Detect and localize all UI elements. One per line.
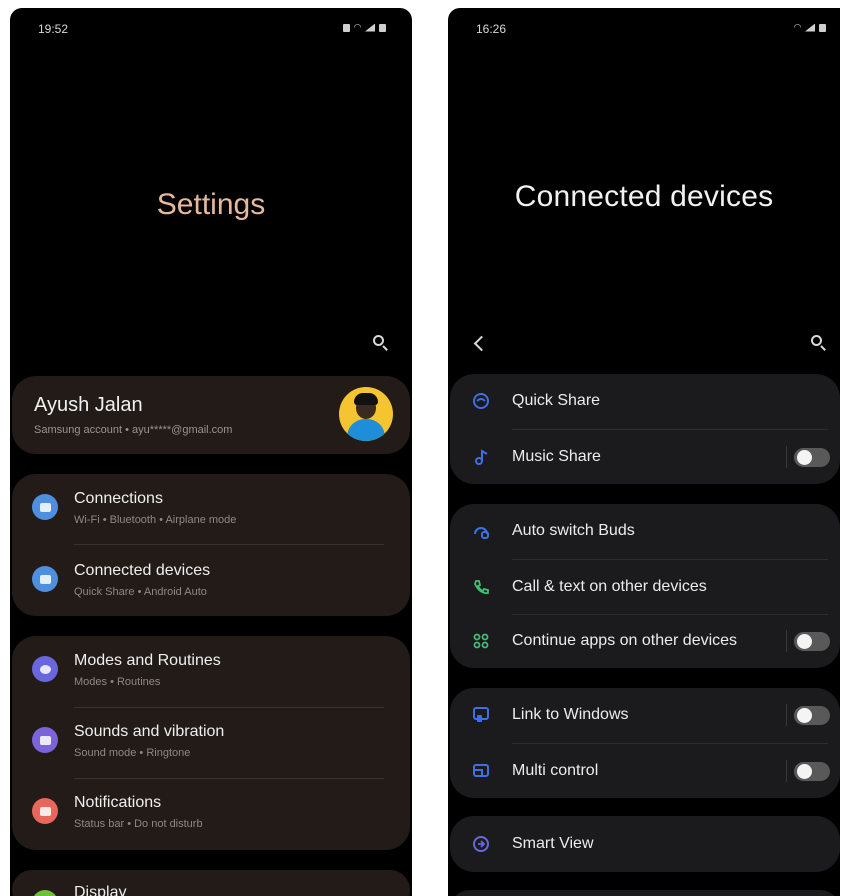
search-icon	[811, 335, 822, 346]
settings-group-display: Display	[12, 870, 410, 896]
battery-icon	[379, 23, 386, 32]
avatar[interactable]	[339, 387, 393, 441]
call-text-icon	[474, 580, 489, 594]
list-item-auto-switch-buds[interactable]: Auto switch Buds	[450, 504, 840, 558]
status-time: 16:26	[476, 22, 507, 36]
music-share-icon	[475, 449, 488, 465]
devices-group-continuity: Auto switch Buds Call & text on other de…	[450, 504, 840, 668]
quick-share-icon	[473, 393, 489, 409]
account-name: Ayush Jalan	[34, 394, 143, 416]
account-subtitle: Samsung account • ayu*****@gmail.com	[34, 424, 233, 436]
list-item-title: Smart View	[512, 835, 594, 852]
settings-item-subtitle: Wi-Fi • Bluetooth • Airplane mode	[74, 514, 237, 526]
list-item-title: Auto switch Buds	[512, 522, 635, 539]
settings-item-subtitle: Status bar • Do not disturb	[74, 818, 203, 830]
devices-group-smart-view: Smart View	[450, 816, 840, 872]
list-item-title: Music Share	[512, 448, 601, 465]
multi-control-toggle[interactable]	[794, 762, 830, 781]
search-button[interactable]	[808, 332, 830, 354]
search-icon	[373, 335, 384, 346]
status-bar: 16:26 ◠	[448, 22, 840, 38]
wifi-status-icon: ◠	[793, 22, 802, 32]
music-share-toggle[interactable]	[794, 448, 830, 467]
settings-item-subtitle: Modes • Routines	[74, 676, 161, 688]
link-windows-toggle[interactable]	[794, 706, 830, 725]
page-title: Settings	[156, 188, 266, 221]
settings-screen: 19:52 ◠ Settings Ayush Jalan Samsung acc…	[10, 8, 412, 896]
wifi-status-icon: ◠	[353, 22, 362, 32]
back-button[interactable]	[470, 334, 488, 354]
list-item-title: Call & text on other devices	[512, 578, 707, 595]
status-icons: ◠	[794, 22, 826, 33]
devices-icon	[32, 566, 58, 592]
status-time: 19:52	[38, 22, 69, 36]
settings-item-title: Display	[74, 884, 127, 896]
list-item-call-text[interactable]: Call & text on other devices	[450, 560, 840, 614]
continue-apps-icon	[473, 633, 489, 649]
settings-item-title: Connections	[74, 490, 163, 507]
multi-control-icon	[473, 764, 489, 777]
volume-icon	[32, 727, 58, 753]
smart-view-icon	[473, 836, 489, 852]
link-windows-icon	[473, 707, 489, 722]
separator	[786, 704, 787, 726]
settings-item-title: Notifications	[74, 794, 162, 811]
devices-group-windows: Link to Windows Multi control	[450, 688, 840, 798]
list-item-title: Multi control	[512, 762, 599, 779]
continue-apps-toggle[interactable]	[794, 632, 830, 651]
settings-item-connections[interactable]: Connections Wi-Fi • Bluetooth • Airplane…	[12, 474, 410, 544]
settings-item-connected-devices[interactable]: Connected devices Quick Share • Android …	[12, 545, 410, 615]
settings-item-title: Sounds and vibration	[74, 723, 225, 740]
status-icons: ◠	[342, 22, 386, 33]
settings-item-display[interactable]: Display	[12, 870, 410, 896]
devices-group-more	[450, 890, 840, 896]
list-item-title: Continue apps on other devices	[512, 632, 738, 649]
list-item-smart-view[interactable]: Smart View	[450, 817, 840, 871]
search-button[interactable]	[370, 332, 392, 354]
settings-item-title: Connected devices	[74, 562, 211, 579]
separator	[786, 760, 787, 782]
separator	[786, 446, 787, 468]
buds-icon	[474, 527, 489, 539]
connected-devices-screen: 16:26 ◠ Connected devices Quick Share Mu…	[448, 8, 840, 896]
settings-group-connections: Connections Wi-Fi • Bluetooth • Airplane…	[12, 474, 410, 616]
devices-group-share: Quick Share Music Share	[450, 374, 840, 484]
settings-item-sounds[interactable]: Sounds and vibration Sound mode • Ringto…	[12, 708, 410, 778]
settings-item-notifications[interactable]: Notifications Status bar • Do not distur…	[12, 779, 410, 849]
list-item-multi-control[interactable]: Multi control	[450, 744, 840, 798]
notifications-icon	[32, 798, 58, 824]
settings-group-modes: Modes and Routines Modes • Routines Soun…	[12, 636, 410, 850]
list-item-continue-apps[interactable]: Continue apps on other devices	[450, 614, 840, 668]
list-item-link-to-windows[interactable]: Link to Windows	[450, 688, 840, 742]
notification-icon	[342, 23, 350, 32]
list-item-quick-share[interactable]: Quick Share	[450, 374, 840, 428]
battery-icon	[819, 23, 826, 32]
status-bar: 19:52 ◠	[10, 22, 412, 38]
wifi-icon	[32, 494, 58, 520]
list-item-music-share[interactable]: Music Share	[450, 430, 840, 484]
account-card[interactable]: Ayush Jalan Samsung account • ayu*****@g…	[12, 376, 410, 454]
display-icon	[32, 890, 58, 896]
settings-item-modes-routines[interactable]: Modes and Routines Modes • Routines	[12, 636, 410, 707]
settings-item-subtitle: Quick Share • Android Auto	[74, 586, 207, 598]
routines-icon	[32, 656, 58, 682]
settings-item-title: Modes and Routines	[74, 652, 221, 669]
page-title: Connected devices	[514, 180, 774, 213]
list-item-title: Quick Share	[512, 392, 601, 409]
separator	[786, 630, 787, 652]
signal-icon	[365, 23, 375, 32]
list-item-title: Link to Windows	[512, 706, 629, 723]
settings-item-subtitle: Sound mode • Ringtone	[74, 747, 191, 759]
signal-icon	[805, 23, 815, 32]
